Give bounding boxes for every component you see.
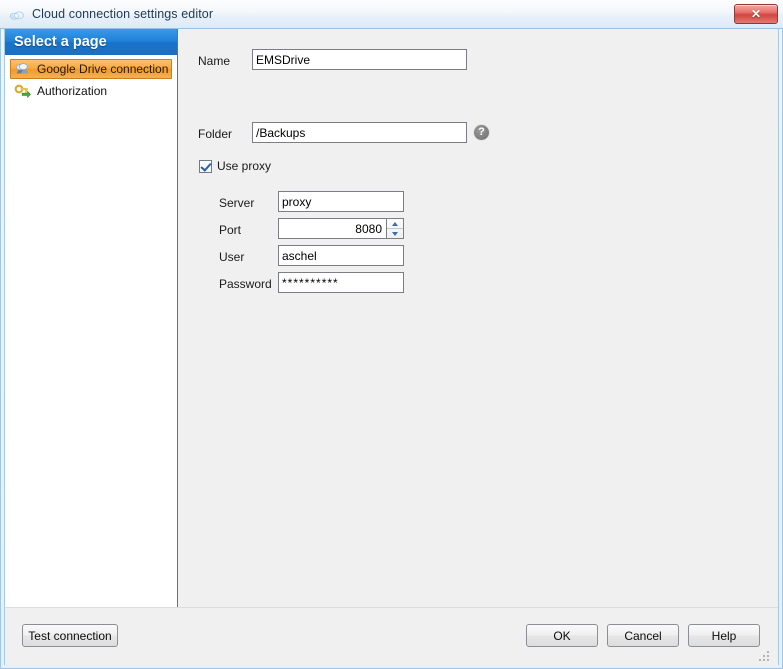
sidebar-item-authorization[interactable]: Authorization (10, 81, 172, 101)
name-label: Name (198, 54, 231, 68)
sidebar-header-label: Select a page (14, 34, 107, 50)
cloud-icon (8, 5, 26, 23)
use-proxy-label: Use proxy (217, 159, 272, 173)
password-input[interactable] (278, 272, 404, 293)
server-input[interactable] (278, 191, 404, 212)
folder-input[interactable] (252, 122, 467, 143)
server-label: Server (219, 196, 255, 210)
use-proxy-checkbox[interactable]: Use proxy (199, 159, 271, 173)
port-spinner-up-button[interactable] (387, 219, 403, 229)
port-spinner[interactable] (387, 218, 404, 239)
help-icon-glyph: ? (478, 126, 485, 138)
name-input[interactable] (252, 49, 467, 70)
cloud-drive-icon (14, 61, 32, 77)
folder-label: Folder (198, 127, 233, 141)
cloud-connection-settings-dialog: Cloud connection settings editor ✕ Selec… (0, 0, 783, 669)
dialog-content: Select a page Google Drive connection s.… (5, 29, 778, 665)
title-bar: Cloud connection settings editor ✕ (0, 0, 783, 29)
user-input[interactable] (278, 245, 404, 266)
cancel-label: Cancel (624, 628, 662, 643)
password-label: Password (219, 277, 272, 291)
ok-button[interactable]: OK (526, 624, 598, 647)
cancel-button[interactable]: Cancel (607, 624, 679, 647)
key-icon (14, 83, 32, 99)
sidebar-item-label: Authorization (37, 84, 108, 98)
resize-grip[interactable] (759, 651, 771, 661)
close-button[interactable]: ✕ (734, 4, 778, 24)
port-label: Port (219, 223, 242, 237)
help-label: Help (711, 628, 737, 643)
port-spinner-down-button[interactable] (387, 229, 403, 238)
chevron-down-icon (392, 231, 398, 236)
settings-form: Name Folder ? Use proxy Server Port (179, 29, 778, 607)
window-title: Cloud connection settings editor (32, 7, 214, 21)
checkbox-box (199, 159, 212, 173)
help-button[interactable]: Help (688, 624, 760, 647)
port-input[interactable] (278, 218, 387, 239)
sidebar-list: Google Drive connection s... Authorizati… (5, 55, 177, 101)
test-connection-button[interactable]: Test connection (22, 624, 118, 647)
sidebar-header: Select a page (5, 29, 177, 55)
dialog-button-bar: Test connection OK Cancel Help (5, 607, 778, 665)
test-connection-label: Test connection (28, 628, 112, 643)
sidebar-item-google-drive-connection-settings[interactable]: Google Drive connection s... (10, 59, 172, 79)
page-selector-sidebar: Select a page Google Drive connection s.… (5, 29, 178, 607)
ok-label: OK (553, 628, 571, 643)
close-icon: ✕ (750, 7, 762, 21)
chevron-up-icon (392, 221, 398, 226)
help-icon[interactable]: ? (474, 125, 489, 140)
sidebar-item-label: Google Drive connection s... (37, 62, 171, 76)
user-label: User (219, 250, 245, 264)
